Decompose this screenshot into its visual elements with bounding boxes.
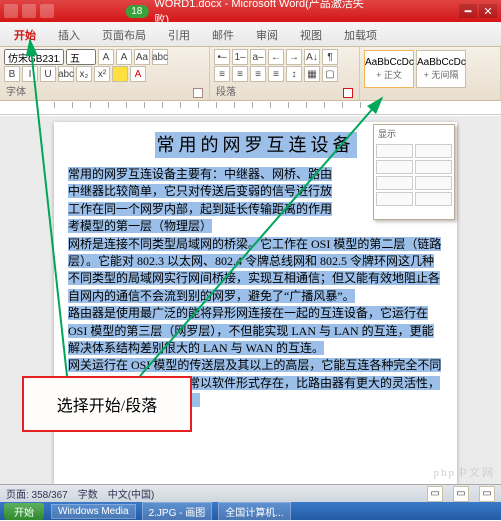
watermark-text: php中文网: [434, 464, 496, 480]
tab-layout[interactable]: 页面布局: [94, 24, 154, 46]
align-left-button[interactable]: ≡: [214, 66, 230, 82]
tab-view[interactable]: 视图: [292, 24, 330, 46]
tab-mailings[interactable]: 邮件: [204, 24, 242, 46]
styles-pane-header: 显示: [376, 127, 452, 142]
tab-insert[interactable]: 插入: [50, 24, 88, 46]
view-web-icon[interactable]: ▭: [479, 486, 495, 502]
align-center-button[interactable]: ≡: [232, 66, 248, 82]
paragraph: 路由器是使用最广泛的能将异形网连接在一起的互连设备，它运行在 OSI 模型的第三…: [68, 305, 443, 357]
style-normal[interactable]: AaBbCcDc + 正文: [364, 50, 414, 88]
close-button[interactable]: ✕: [479, 4, 497, 18]
group-font: A A Aa abc B I U abc x₂ x² A 字体: [0, 47, 210, 100]
tab-addins[interactable]: 加载项: [336, 24, 385, 46]
windows-taskbar: 开始 Windows Media 2.JPG - 画图 全国计算机...: [0, 502, 501, 520]
paragraph: 网桥是连接不同类型局域网的桥梁。它工作在 OSI 模型的第二层（链路层）。它能对…: [68, 236, 443, 306]
line-spacing-icon[interactable]: ↕: [286, 66, 302, 82]
status-page[interactable]: 页面: 358/367: [6, 486, 68, 501]
qat-save-icon[interactable]: [4, 4, 18, 18]
borders-button[interactable]: ▢: [322, 66, 338, 82]
font-color-button[interactable]: A: [130, 66, 146, 82]
superscript-button[interactable]: x²: [94, 66, 110, 82]
taskbar-item[interactable]: 2.JPG - 画图: [142, 502, 213, 521]
paragraph: 考模型的第一层（物理层）: [68, 218, 443, 235]
grow-font-icon[interactable]: A: [98, 49, 114, 65]
horizontal-ruler[interactable]: [0, 101, 501, 115]
group-paragraph: •– 1– a– ← → A↓ ¶ ≡ ≡ ≡ ≡ ↕ ▦ ▢ 段落: [210, 47, 360, 100]
strike-button[interactable]: abc: [58, 66, 74, 82]
autosave-badge: 18: [125, 5, 148, 18]
decrease-indent-icon[interactable]: ←: [268, 49, 284, 65]
status-words[interactable]: 字数: [78, 486, 98, 501]
justify-button[interactable]: ≡: [268, 66, 284, 82]
italic-button[interactable]: I: [22, 66, 38, 82]
word-status-bar: 页面: 358/367 字数 中文(中国) ▭ ▭ ▭: [0, 484, 501, 502]
change-case-icon[interactable]: Aa: [134, 49, 150, 65]
group-styles: AaBbCcDc + 正文 AaBbCcDc + 无间隔: [360, 47, 501, 100]
show-marks-icon[interactable]: ¶: [322, 49, 338, 65]
title-bar: 18 WORD1.docx - Microsoft Word(产品激活失败) ━…: [0, 0, 501, 22]
shading-button[interactable]: ▦: [304, 66, 320, 82]
taskbar-item[interactable]: Windows Media: [51, 504, 136, 519]
subscript-button[interactable]: x₂: [76, 66, 92, 82]
styles-pane[interactable]: 显示: [373, 124, 455, 220]
increase-indent-icon[interactable]: →: [286, 49, 302, 65]
qat-redo-icon[interactable]: [40, 4, 54, 18]
tab-references[interactable]: 引用: [160, 24, 198, 46]
sort-icon[interactable]: A↓: [304, 49, 320, 65]
status-language[interactable]: 中文(中国): [108, 486, 155, 501]
view-reading-icon[interactable]: ▭: [453, 486, 469, 502]
shrink-font-icon[interactable]: A: [116, 49, 132, 65]
bullets-button[interactable]: •–: [214, 49, 230, 65]
font-name-input[interactable]: [4, 49, 64, 65]
numbering-button[interactable]: 1–: [232, 49, 248, 65]
tab-home[interactable]: 开始: [6, 24, 44, 46]
minimize-button[interactable]: ━: [459, 4, 477, 18]
underline-button[interactable]: U: [40, 66, 56, 82]
quick-access-toolbar: [4, 4, 54, 18]
clear-format-icon[interactable]: abc: [152, 49, 168, 65]
group-label-font: 字体: [6, 83, 26, 98]
multilevel-button[interactable]: a–: [250, 49, 266, 65]
font-launcher-icon[interactable]: [193, 88, 203, 98]
annotation-callout: 选择开始/段落: [22, 376, 192, 432]
highlight-button[interactable]: [112, 66, 128, 82]
window-title: WORD1.docx - Microsoft Word(产品激活失败): [154, 0, 375, 27]
style-no-spacing[interactable]: AaBbCcDc + 无间隔: [416, 50, 466, 88]
font-size-input[interactable]: [66, 49, 96, 65]
group-label-paragraph: 段落: [216, 83, 236, 98]
bold-button[interactable]: B: [4, 66, 20, 82]
ribbon: A A Aa abc B I U abc x₂ x² A 字体 •– 1– a–…: [0, 47, 501, 101]
align-right-button[interactable]: ≡: [250, 66, 266, 82]
view-print-layout-icon[interactable]: ▭: [427, 486, 443, 502]
tab-review[interactable]: 审阅: [248, 24, 286, 46]
taskbar-item[interactable]: 全国计算机...: [218, 502, 290, 521]
qat-undo-icon[interactable]: [22, 4, 36, 18]
start-button[interactable]: 开始: [4, 503, 44, 520]
paragraph-launcher-icon[interactable]: [343, 88, 353, 98]
